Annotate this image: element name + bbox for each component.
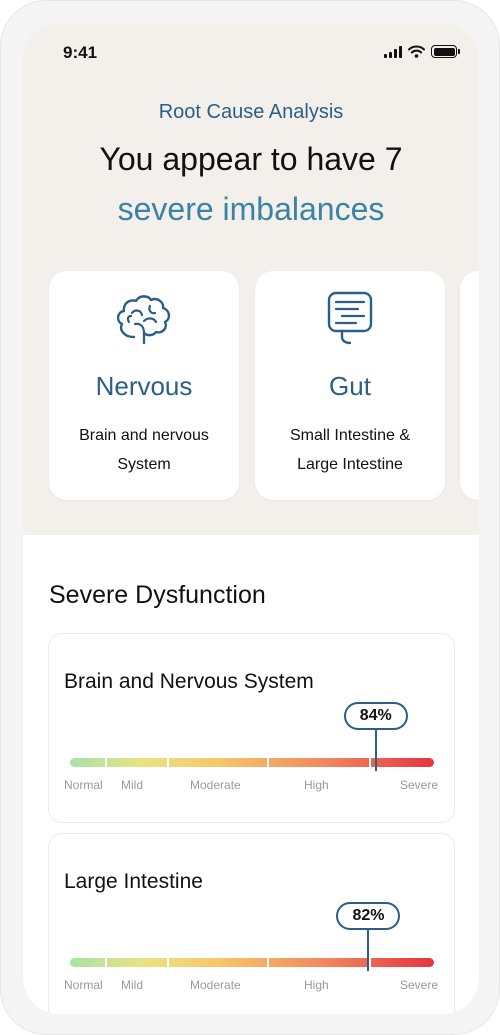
scale-label-high: High bbox=[304, 978, 329, 992]
status-icons bbox=[384, 45, 460, 58]
metric-title: Large Intestine bbox=[64, 870, 203, 893]
scale-label-normal: Normal bbox=[64, 978, 103, 992]
metric-card-large-intestine[interactable]: Large Intestine 82% Normal Mild Moderate… bbox=[48, 833, 455, 1014]
status-time: 9:41 bbox=[63, 43, 98, 62]
scale-label-normal: Normal bbox=[64, 778, 103, 792]
scale-label-moderate: Moderate bbox=[190, 978, 241, 992]
severity-scale bbox=[70, 958, 434, 967]
metric-title: Brain and Nervous System bbox=[64, 670, 314, 693]
percent-badge: 82% bbox=[336, 902, 401, 930]
system-card-description: Small Intestine & Large Intestine bbox=[289, 427, 411, 473]
phone-frame: 9:41 Root Cause Analysis You appear to h… bbox=[0, 0, 500, 1035]
signal-icon bbox=[384, 45, 402, 58]
system-card-description: Brain and nervous System bbox=[79, 427, 209, 473]
gut-icon bbox=[255, 291, 445, 347]
system-card-title: Gut bbox=[329, 371, 371, 401]
system-card-title: Nervous bbox=[95, 371, 193, 401]
severity-marker bbox=[367, 930, 370, 971]
system-card-nervous[interactable]: Nervous Brain and nervous System bbox=[49, 271, 239, 500]
section-eyebrow: Root Cause Analysis bbox=[158, 101, 344, 123]
phone-screen: 9:41 Root Cause Analysis You appear to h… bbox=[23, 23, 479, 1014]
system-card-partial[interactable] bbox=[460, 271, 479, 500]
wifi-icon bbox=[408, 45, 425, 58]
hero-section: 9:41 Root Cause Analysis You appear to h… bbox=[23, 23, 479, 535]
severity-marker bbox=[374, 730, 377, 771]
scale-label-mild: Mild bbox=[121, 778, 144, 792]
scale-label-moderate: Moderate bbox=[190, 778, 241, 792]
scale-label-mild: Mild bbox=[121, 978, 144, 992]
page-title-accent: severe imbalances bbox=[117, 191, 385, 227]
scale-label-high: High bbox=[304, 778, 329, 792]
severity-scale bbox=[70, 758, 434, 767]
page-title: You appear to have 7 bbox=[99, 141, 403, 177]
metric-card-brain[interactable]: Brain and Nervous System 84% Normal Mild… bbox=[48, 633, 455, 823]
battery-icon bbox=[431, 45, 460, 58]
percent-badge: 84% bbox=[343, 702, 408, 730]
section-title: Severe Dysfunction bbox=[49, 581, 266, 609]
system-card-gut[interactable]: Gut Small Intestine & Large Intestine bbox=[255, 271, 445, 500]
brain-icon bbox=[49, 291, 239, 347]
scale-label-severe: Severe bbox=[400, 978, 439, 992]
scale-label-severe: Severe bbox=[400, 778, 439, 792]
